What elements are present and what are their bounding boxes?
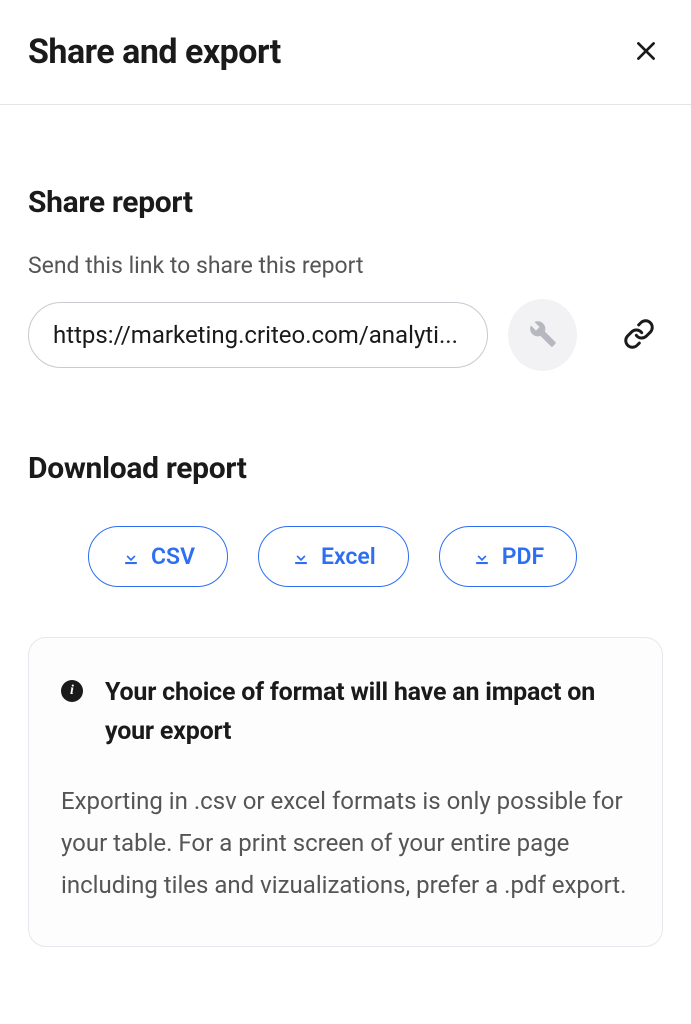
pdf-label: PDF — [502, 543, 544, 570]
link-icon — [623, 318, 655, 353]
download-heading: Download report — [28, 451, 663, 486]
info-body: Exporting in .csv or excel formats is on… — [61, 780, 630, 906]
csv-label: CSV — [151, 543, 195, 570]
share-url-input[interactable] — [28, 302, 488, 368]
download-pdf-button[interactable]: PDF — [439, 526, 577, 587]
share-section: Share report Send this link to share thi… — [28, 185, 663, 371]
download-icon — [121, 547, 141, 567]
excel-label: Excel — [321, 543, 376, 570]
modal-title: Share and export — [28, 32, 281, 72]
wrench-icon — [529, 320, 557, 351]
share-heading: Share report — [28, 185, 663, 220]
share-export-modal: Share and export Share report Send this … — [0, 0, 691, 975]
info-icon: i — [61, 680, 83, 702]
download-section: Download report CSV — [28, 451, 663, 587]
share-description: Send this link to share this report — [28, 252, 663, 279]
download-excel-button[interactable]: Excel — [258, 526, 409, 587]
download-icon — [472, 547, 492, 567]
info-box: i Your choice of format will have an imp… — [28, 637, 663, 947]
info-title: Your choice of format will have an impac… — [105, 674, 630, 752]
modal-content: Share report Send this link to share thi… — [0, 105, 691, 975]
share-row — [28, 299, 663, 371]
download-icon — [291, 547, 311, 567]
info-header: i Your choice of format will have an imp… — [61, 674, 630, 752]
close-icon — [633, 38, 659, 67]
close-button[interactable] — [629, 34, 663, 71]
format-buttons: CSV Excel — [28, 526, 663, 587]
modal-header: Share and export — [0, 0, 691, 105]
settings-button[interactable] — [508, 299, 577, 371]
download-csv-button[interactable]: CSV — [88, 526, 228, 587]
copy-link-button[interactable] — [615, 310, 663, 361]
